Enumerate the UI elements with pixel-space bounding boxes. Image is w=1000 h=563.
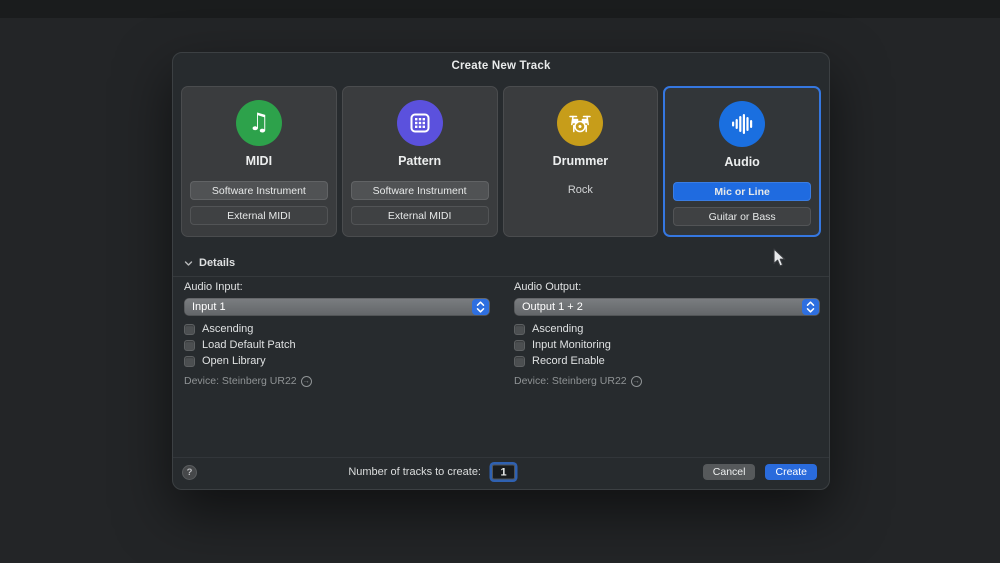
stepper-icon[interactable]: [472, 299, 489, 315]
card-label-drummer: Drummer: [552, 154, 609, 168]
checkbox-label: Open Library: [202, 355, 266, 367]
input-device-link[interactable]: Device: Steinberg UR22 →: [184, 375, 490, 387]
output-device-label: Device: Steinberg UR22: [514, 375, 627, 387]
track-type-cards: ♫ MIDI Software Instrument External MIDI: [181, 86, 821, 237]
audio-output-dropdown[interactable]: Output 1 + 2: [514, 298, 820, 316]
pattern-grid-icon: [396, 100, 443, 146]
drum-kit-icon: [557, 100, 604, 146]
input-monitoring-checkbox[interactable]: [514, 339, 525, 351]
details-disclosure[interactable]: Details: [184, 257, 235, 269]
checkbox-row: Open Library: [184, 355, 490, 367]
software-instrument-button-midi[interactable]: Software Instrument: [190, 181, 328, 200]
open-library-checkbox[interactable]: [184, 355, 195, 367]
chevron-down-icon: [184, 260, 193, 266]
cancel-button[interactable]: Cancel: [702, 464, 756, 480]
input-device-label: Device: Steinberg UR22: [184, 375, 297, 387]
drummer-style-label: Rock: [567, 184, 593, 196]
checkbox-row: Record Enable: [514, 355, 820, 367]
arrow-right-circle-icon[interactable]: →: [630, 375, 642, 387]
checkbox-label: Record Enable: [532, 355, 605, 367]
music-note-icon: ♫: [235, 100, 282, 146]
checkbox-label: Input Monitoring: [532, 339, 611, 351]
checkbox-row: Ascending: [184, 323, 490, 335]
ascending-checkbox-input[interactable]: [184, 323, 195, 335]
checkbox-label: Ascending: [202, 323, 254, 335]
checkbox-row: Load Default Patch: [184, 339, 490, 351]
load-default-patch-checkbox[interactable]: [184, 339, 195, 351]
footer-buttons: Cancel Create: [702, 464, 817, 480]
track-type-card-midi[interactable]: ♫ MIDI Software Instrument External MIDI: [181, 86, 337, 237]
track-type-card-audio[interactable]: Audio Mic or Line Guitar or Bass: [663, 86, 821, 237]
card-label-midi: MIDI: [245, 154, 273, 168]
audio-input-value: Input 1: [192, 301, 226, 313]
audio-input-checkbox-group: Ascending Load Default Patch Open Librar…: [184, 323, 490, 367]
details-divider: [173, 276, 829, 277]
software-instrument-button-pattern[interactable]: Software Instrument: [350, 181, 489, 200]
dialog-footer: ? Number of tracks to create: Cancel Cre…: [173, 455, 829, 489]
top-letterbox-strip: [0, 0, 1000, 18]
pattern-grid-glyph: [410, 113, 430, 133]
help-button[interactable]: ?: [182, 465, 197, 480]
audio-input-column: Audio Input: Input 1 Ascending Load Defa…: [184, 281, 490, 387]
audio-input-label: Audio Input:: [184, 281, 243, 293]
create-new-track-dialog: Create New Track ♫ MIDI Software Instrum…: [172, 52, 830, 490]
waveform-icon: [719, 101, 766, 147]
checkbox-label: Ascending: [532, 323, 584, 335]
card-label-audio: Audio: [724, 155, 760, 169]
ascending-output-checkbox[interactable]: [514, 323, 525, 335]
desktop-background: Create New Track ♫ MIDI Software Instrum…: [0, 0, 1000, 563]
guitar-or-bass-button[interactable]: Guitar or Bass: [673, 207, 811, 226]
audio-output-checkbox-group: Ascending Input Monitoring Record Enable: [514, 323, 820, 367]
music-note-glyph: ♫: [248, 108, 270, 136]
tracks-count-input[interactable]: [492, 464, 515, 480]
audio-output-value: Output 1 + 2: [522, 301, 583, 313]
arrow-right-circle-icon[interactable]: →: [300, 375, 312, 387]
checkbox-row: Input Monitoring: [514, 339, 820, 351]
dialog-title: Create New Track: [451, 60, 551, 72]
stepper-icon[interactable]: [802, 299, 819, 315]
mic-or-line-button[interactable]: Mic or Line: [673, 182, 811, 201]
track-type-card-drummer[interactable]: Drummer Rock: [502, 86, 659, 237]
output-device-link[interactable]: Device: Steinberg UR22 →: [514, 375, 820, 387]
checkbox-label: Load Default Patch: [202, 339, 296, 351]
tracks-count-label: Number of tracks to create:: [348, 466, 481, 478]
external-midi-button-pattern[interactable]: External MIDI: [350, 206, 489, 225]
create-button[interactable]: Create: [765, 464, 817, 480]
record-enable-checkbox[interactable]: [514, 355, 525, 367]
drum-kit-glyph: [569, 115, 592, 133]
audio-input-dropdown[interactable]: Input 1: [184, 298, 490, 316]
track-type-card-pattern[interactable]: Pattern Software Instrument External MID…: [341, 86, 498, 237]
waveform-glyph: [732, 114, 753, 134]
checkbox-row: Ascending: [514, 323, 820, 335]
external-midi-button-midi[interactable]: External MIDI: [190, 206, 328, 225]
audio-output-column: Audio Output: Output 1 + 2 Ascending Inp…: [514, 281, 820, 387]
card-label-pattern: Pattern: [398, 154, 442, 168]
details-header-label: Details: [199, 257, 236, 269]
audio-output-label: Audio Output:: [514, 281, 582, 293]
